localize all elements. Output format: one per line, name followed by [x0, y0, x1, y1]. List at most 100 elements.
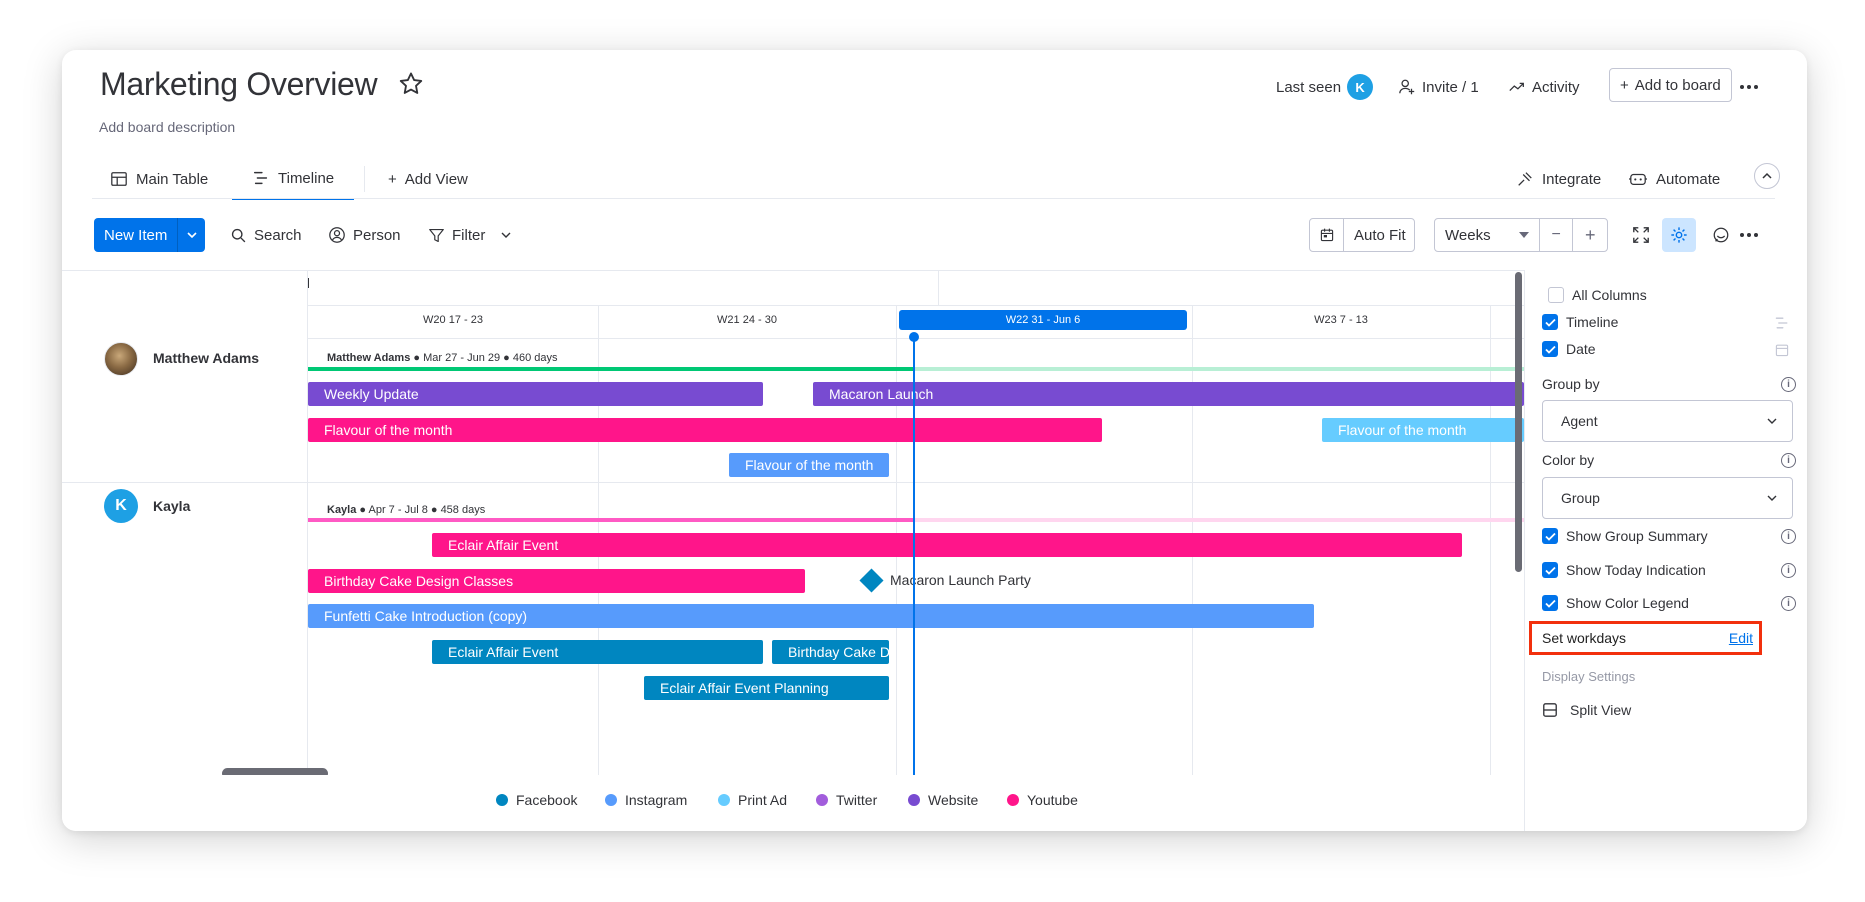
new-item-button[interactable]: New Item: [94, 218, 206, 252]
timeline-item[interactable]: Weekly Update: [308, 382, 763, 406]
week-header-w23: W23 7 - 13: [1314, 314, 1368, 326]
table-icon: [111, 172, 127, 186]
checkbox-checked[interactable]: [1542, 595, 1558, 611]
invite-button[interactable]: Invite / 1: [1398, 73, 1479, 101]
search-label: Search: [254, 226, 302, 244]
all-columns-option[interactable]: All Columns: [1548, 287, 1647, 303]
week-gridline: [1490, 306, 1491, 776]
zoom-out-button[interactable]: −: [1540, 219, 1574, 251]
week-header-w21: W21 24 - 30: [717, 314, 777, 326]
timeline-item[interactable]: Eclair Affair Event Planning: [644, 676, 889, 700]
add-view-button[interactable]: + Add View: [388, 158, 468, 200]
automate-label: Automate: [1656, 170, 1721, 188]
tab-timeline-label: Timeline: [278, 169, 335, 187]
fullscreen-icon[interactable]: [1632, 226, 1650, 244]
auto-fit-button[interactable]: Auto Fit: [1309, 218, 1415, 252]
show-color-legend-label: Show Color Legend: [1566, 595, 1689, 611]
avatar: K: [104, 489, 138, 523]
tab-separator: [364, 166, 365, 192]
checkbox-checked[interactable]: [1542, 314, 1558, 330]
add-to-board-label: Add to board: [1634, 76, 1721, 94]
automate-button[interactable]: Automate: [1628, 158, 1720, 200]
scale-select[interactable]: Weeks: [1435, 219, 1540, 251]
info-icon[interactable]: i: [1781, 453, 1796, 468]
gear-icon: [1671, 227, 1687, 243]
date-column-label: Date: [1566, 341, 1596, 357]
legend-swatch: [816, 794, 828, 806]
timeline-item[interactable]: Flavour of the month: [1322, 418, 1524, 442]
chat-icon[interactable]: [1712, 226, 1730, 244]
last-seen[interactable]: Last seen K: [1276, 73, 1374, 101]
info-icon[interactable]: i: [1781, 563, 1796, 578]
person-filter-button[interactable]: Person: [328, 218, 401, 252]
show-today-indication-option[interactable]: Show Today Indication: [1542, 562, 1706, 578]
checkbox-unchecked[interactable]: [1548, 287, 1564, 303]
more-options-icon[interactable]: [1740, 233, 1758, 237]
legend-label: Print Ad: [738, 792, 788, 808]
search-button[interactable]: Search: [230, 218, 302, 252]
timeline-item[interactable]: Eclair Affair Event: [432, 640, 763, 664]
summary-name: Kayla: [327, 504, 357, 516]
timeline-item[interactable]: Eclair Affair Event: [432, 533, 1462, 557]
filter-label: Filter: [452, 226, 486, 244]
summary-range: ● Apr 7 - Jul 8 ● 458 days: [356, 504, 486, 516]
zoom-in-button[interactable]: +: [1573, 219, 1607, 251]
vertical-scrollbar[interactable]: [1515, 272, 1522, 572]
activity-label: Activity: [1532, 78, 1580, 96]
timeline-item[interactable]: Flavour of the month: [729, 453, 889, 477]
group-by-select[interactable]: Agent: [1542, 400, 1793, 442]
show-group-summary-label: Show Group Summary: [1566, 528, 1708, 544]
timeline-item[interactable]: Birthday Cake Design Classes: [308, 569, 805, 593]
person-icon: [329, 227, 345, 243]
robot-icon: [1629, 173, 1647, 186]
board-description[interactable]: Add board description: [99, 119, 235, 135]
integrate-label: Integrate: [1542, 170, 1602, 188]
legend-label: Facebook: [516, 792, 578, 808]
add-to-board-button[interactable]: + Add to board: [1609, 68, 1732, 102]
check-icon: [1544, 318, 1556, 327]
split-view-icon: [1543, 703, 1557, 717]
avatar: K: [1347, 74, 1374, 100]
checkbox-checked[interactable]: [1542, 341, 1558, 357]
info-icon[interactable]: i: [1781, 596, 1796, 611]
info-icon[interactable]: i: [1781, 529, 1796, 544]
show-color-legend-option[interactable]: Show Color Legend: [1542, 595, 1689, 611]
edit-workdays-link[interactable]: Edit: [1729, 630, 1753, 646]
checkbox-checked[interactable]: [1542, 528, 1558, 544]
color-by-value: Group: [1561, 490, 1600, 506]
timeline-item[interactable]: Macaron Launch: [813, 382, 1524, 406]
milestone-diamond-icon[interactable]: [859, 568, 884, 593]
settings-button[interactable]: [1662, 218, 1696, 252]
new-item-dropdown[interactable]: [177, 218, 206, 252]
more-options-icon[interactable]: [1740, 85, 1758, 89]
legend-swatch: [718, 794, 730, 806]
timeline-cursor: [308, 278, 309, 288]
check-icon: [1544, 345, 1556, 354]
board-title[interactable]: Marketing Overview: [100, 66, 378, 103]
chevron-down-icon[interactable]: [500, 229, 512, 241]
timeline-item[interactable]: Birthday Cake D: [772, 640, 889, 664]
show-group-summary-option[interactable]: Show Group Summary: [1542, 528, 1708, 544]
activity-button[interactable]: Activity: [1508, 73, 1580, 101]
filter-button[interactable]: Filter: [428, 218, 512, 252]
legend-item: Instagram: [605, 792, 687, 808]
new-item-label[interactable]: New Item: [94, 218, 178, 252]
timeline-item[interactable]: Funfetti Cake Introduction (copy): [308, 604, 1314, 628]
split-view-label: Split View: [1570, 702, 1632, 718]
tab-timeline[interactable]: Timeline: [232, 158, 355, 200]
timeline-column-option[interactable]: Timeline: [1542, 314, 1618, 330]
checkbox-checked[interactable]: [1542, 562, 1558, 578]
integrate-button[interactable]: Integrate: [1516, 158, 1601, 200]
collapse-header-button[interactable]: [1754, 163, 1780, 189]
group-summary: Matthew Adams ● Mar 27 - Jun 29 ● 460 da…: [327, 352, 558, 364]
date-column-option[interactable]: Date: [1542, 341, 1596, 357]
timeline-item[interactable]: Flavour of the month: [308, 418, 1102, 442]
tabs-divider: [92, 198, 1775, 199]
split-view-option[interactable]: Split View: [1542, 702, 1631, 718]
star-icon[interactable]: [397, 70, 425, 98]
info-icon[interactable]: i: [1781, 377, 1796, 392]
milestone-label[interactable]: Macaron Launch Party: [890, 572, 1031, 588]
color-by-select[interactable]: Group: [1542, 477, 1793, 519]
tab-main-table[interactable]: Main Table: [110, 158, 208, 200]
week-header-top: [308, 305, 1524, 306]
